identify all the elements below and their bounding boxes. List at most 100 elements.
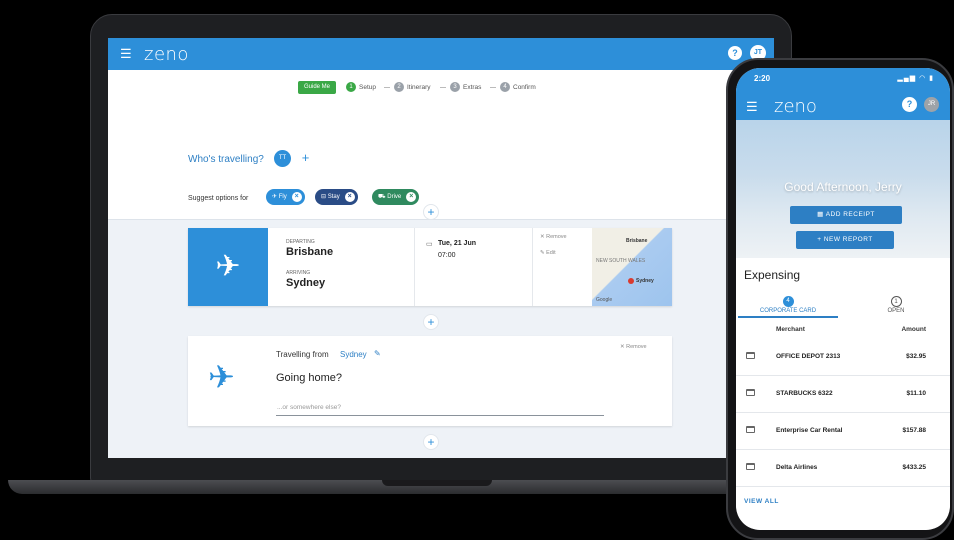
hamburger-icon[interactable]: ☰ [746,100,758,113]
suggest-options-label: Suggest options for [188,195,249,202]
plane-icon: ✈ [272,194,278,200]
remove-return-button[interactable]: ✕ Remove [620,344,647,350]
app-logo: zeno [144,44,189,65]
amount: $32.95 [906,353,926,360]
new-report-button[interactable]: + NEW REPORT [796,231,894,249]
tab-corporate-card[interactable]: 4 CORPORATE CARD [738,296,838,318]
credit-card-icon [746,463,755,470]
add-segment-button[interactable]: + [423,204,439,220]
avatar[interactable]: JR [924,97,939,112]
flight-date: Tue, 21 Jun [438,240,476,247]
calendar-icon: ▭ [426,241,433,248]
departing-label: Departing [286,239,315,245]
app-header: ☰ zeno ? JT [108,38,774,70]
step-separator [384,87,390,88]
status-icons: ▂▄▆ ◠ ▮ [897,75,934,82]
edit-flight-button[interactable]: ✎ Edit [540,250,556,256]
table-row[interactable]: Enterprise Car Rental $157.88 [736,413,950,450]
chip-fly[interactable]: ✈ Fly × [266,189,305,205]
chip-label: Stay [327,194,340,200]
add-receipt-label: ADD RECEIPT [825,211,875,218]
hamburger-icon[interactable]: ☰ [120,47,132,60]
close-icon: ✕ [540,234,545,240]
remove-chip-icon[interactable]: × [344,192,355,202]
add-segment-button[interactable]: + [423,314,439,330]
amount: $433.25 [902,464,927,471]
view-all-link[interactable]: VIEW ALL [744,498,779,505]
route-map[interactable]: Brisbane NEW SOUTH WALES Sydney Google [592,228,672,306]
step-setup[interactable]: 1 Setup [346,82,376,92]
divider [532,228,533,306]
step-number: 2 [394,82,404,92]
step-confirm[interactable]: 4 Confirm [500,82,536,92]
credit-card-icon [746,426,755,433]
bed-icon: ⊟ [321,194,327,200]
table-row[interactable]: Delta Airlines $433.25 [736,450,950,487]
remove-label: Remove [626,344,647,350]
divider [414,228,415,306]
step-separator [440,87,446,88]
map-label-brisbane: Brisbane [626,238,648,244]
merchant-name: STARBUCKS 6322 [776,390,833,397]
step-label: Extras [463,83,482,91]
app-logo: zeno [774,96,817,117]
remove-chip-icon[interactable]: × [291,192,302,202]
departing-city: Brisbane [286,246,334,258]
chip-stay[interactable]: ⊟ Stay × [315,189,358,205]
amount: $11.10 [906,390,926,397]
map-label-sydney: Sydney [636,278,654,284]
arriving-label: Arriving [286,270,311,276]
help-icon[interactable]: ? [902,97,917,112]
travelling-from-city[interactable]: Sydney [340,350,367,359]
chip-label: Fly [278,194,287,200]
destination-input[interactable]: ...or somewhere else? [276,402,604,416]
flight-card[interactable]: ✈ Departing Brisbane Arriving Sydney ▭ T… [188,228,672,306]
table-row[interactable]: STARBUCKS 6322 $11.10 [736,376,950,413]
pencil-icon[interactable]: ✎ [374,349,381,358]
whos-travelling-label: Who's travelling? [188,154,264,165]
tab-count: 1 [890,296,902,307]
traveller-avatar[interactable]: TT [274,150,291,167]
close-icon: ✕ [620,344,625,350]
step-itinerary[interactable]: 2 Itinerary [394,82,430,92]
credit-card-icon [746,352,755,359]
going-home-prompt[interactable]: Going home? [276,372,342,384]
edit-label: Edit [546,250,556,256]
step-number: 3 [450,82,460,92]
step-label: Itinerary [407,83,431,91]
chip-label: Drive [387,194,402,200]
chip-drive[interactable]: ⛟ Drive × [372,189,420,205]
marketing-stage: ☰ zeno ? JT Guide Me 1 Setup 2 Itinerary… [0,0,954,540]
credit-card-icon [746,389,755,396]
merchant-name: Delta Airlines [776,464,818,471]
section-title: Expensing [744,268,801,282]
step-separator [490,87,496,88]
remove-flight-button[interactable]: ✕ Remove [540,234,567,240]
step-extras[interactable]: 3 Extras [450,82,481,92]
table-row[interactable]: OFFICE DEPOT 2313 $32.95 [736,339,950,376]
phone-app-header: 2:20 ▂▄▆ ◠ ▮ ☰ zeno ? JR [736,68,950,120]
help-icon[interactable]: ? [728,46,742,60]
add-segment-button[interactable]: + [423,434,439,450]
tab-label: OPEN [887,308,905,314]
merchant-name: Enterprise Car Rental [776,427,843,434]
laptop-screen: ☰ zeno ? JT Guide Me 1 Setup 2 Itinerary… [108,38,774,458]
car-icon: ⛟ [378,194,386,200]
step-label: Confirm [513,83,536,91]
step-number: 4 [500,82,510,92]
map-label-nsw: NEW SOUTH WALES [596,258,646,264]
amount: $157.88 [902,427,927,434]
guide-me-button[interactable]: Guide Me [298,81,337,94]
add-receipt-button[interactable]: ▦ ADD RECEIPT [790,206,902,224]
remove-chip-icon[interactable]: × [406,192,417,202]
receipt-icon: ▦ [817,211,824,218]
add-traveller-button[interactable]: + [297,150,314,167]
step-number: 1 [346,82,356,92]
flight-time: 07:00 [438,252,456,259]
column-merchant: Merchant [776,326,805,333]
plane-icon: ✈ [208,359,235,395]
pencil-icon: ✎ [540,250,545,256]
column-amount: Amount [901,326,926,333]
tab-open[interactable]: 1 OPEN [846,296,946,314]
tab-count: 4 [782,296,794,307]
